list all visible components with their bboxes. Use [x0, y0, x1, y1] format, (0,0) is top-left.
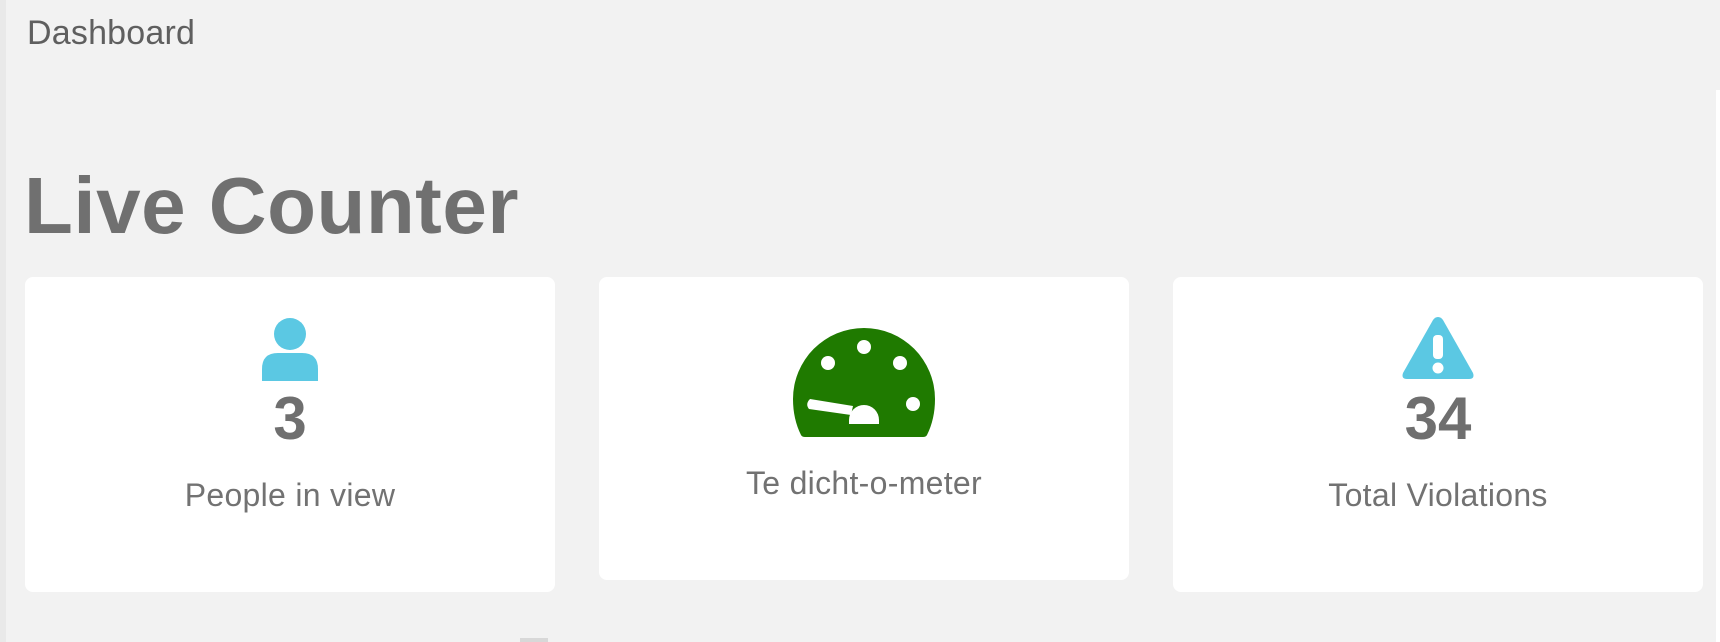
people-count: 3 — [273, 385, 307, 452]
breadcrumb[interactable]: Dashboard — [27, 14, 195, 53]
people-in-view-card: 3 People in view — [25, 277, 555, 592]
page-title: Live Counter — [24, 161, 519, 250]
people-label: People in view — [184, 477, 396, 513]
violations-label: Total Violations — [1328, 477, 1548, 513]
te-dicht-o-meter-card: Te dicht-o-meter — [599, 277, 1129, 580]
meter-label: Te dicht-o-meter — [746, 465, 982, 501]
violations-count: 34 — [1404, 385, 1472, 452]
person-icon — [260, 317, 320, 381]
right-edge — [1716, 90, 1720, 642]
warning-icon — [1401, 315, 1475, 381]
total-violations-card: 34 Total Violations — [1173, 277, 1703, 592]
gauge-icon — [791, 323, 937, 439]
partial-element — [520, 638, 548, 642]
left-rail — [0, 0, 6, 642]
